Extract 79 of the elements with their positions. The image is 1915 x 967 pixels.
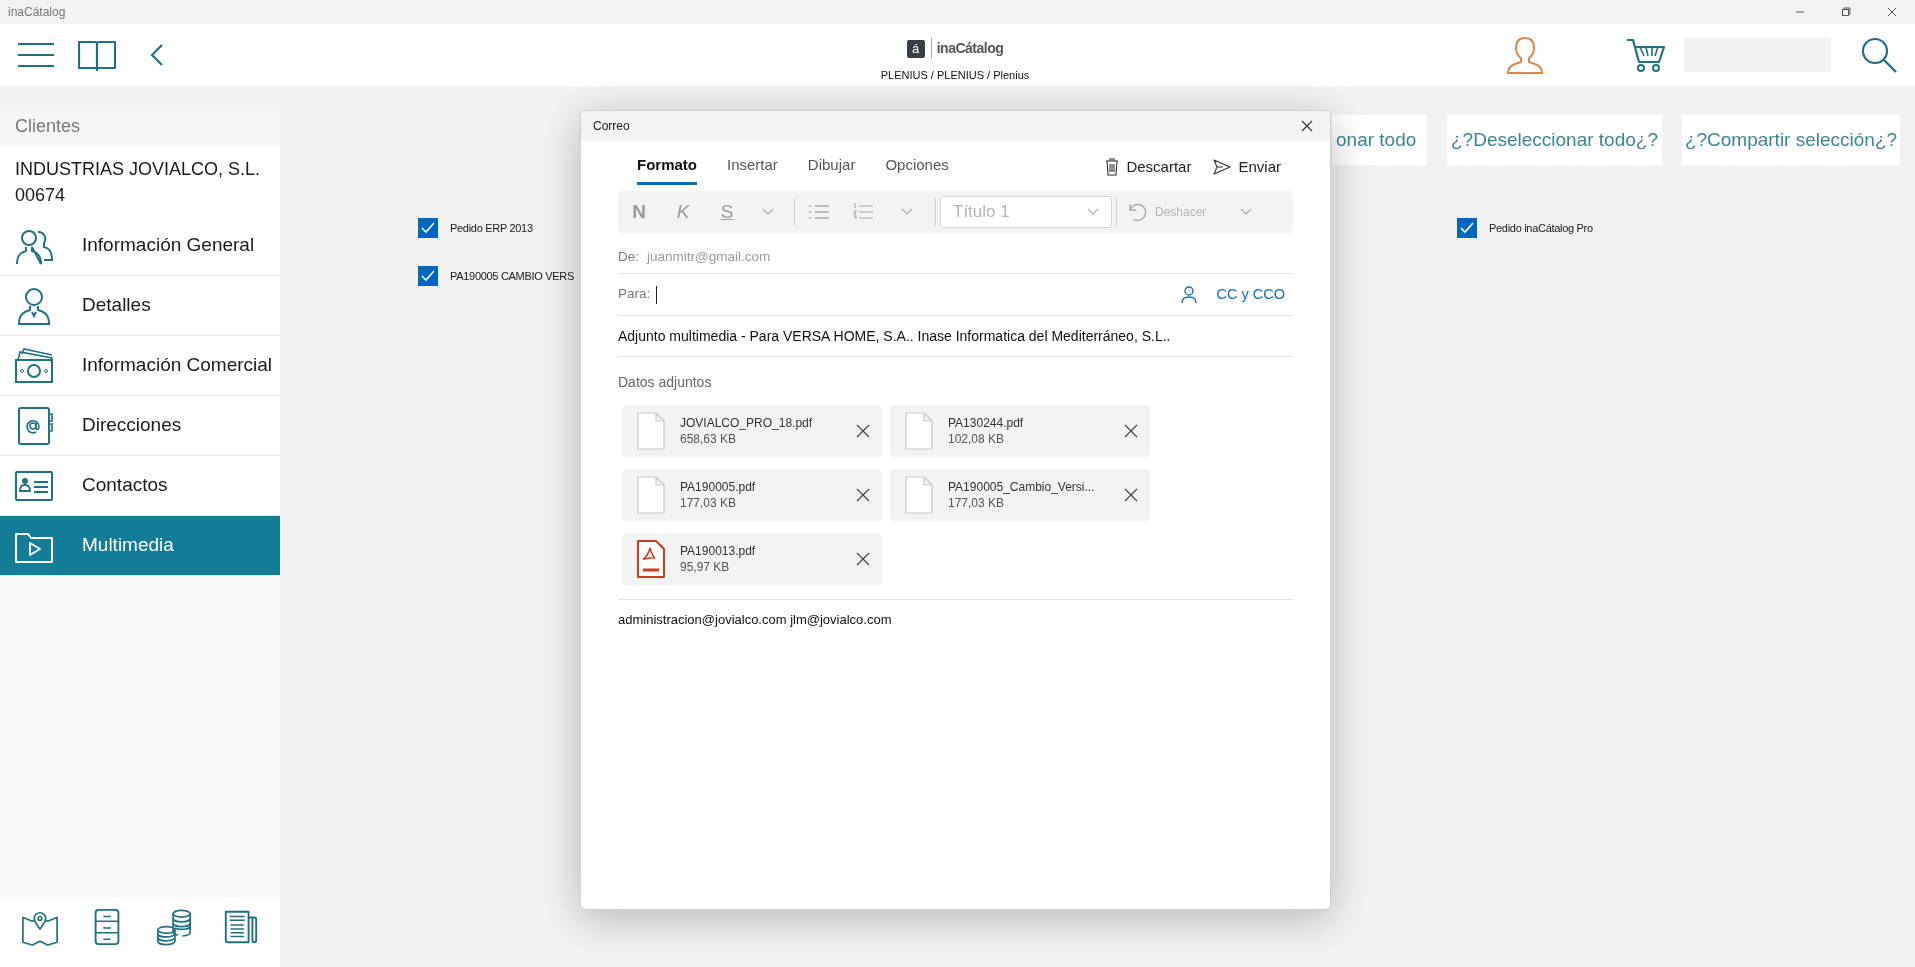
ribbon-tab[interactable]: Insertar <box>727 149 778 185</box>
close-icon[interactable] <box>1886 6 1898 18</box>
attachment-card[interactable]: PA130244.pdf 102,08 KB <box>890 405 1150 457</box>
checkbox[interactable] <box>418 218 438 238</box>
attachment-card[interactable]: PA190005_Cambio_Versi... 177,03 KB <box>890 469 1150 521</box>
cart-icon[interactable] <box>1626 37 1666 73</box>
sidebar-item[interactable]: Multimedia <box>0 516 280 576</box>
attachment-card[interactable]: PA190005.pdf 177,03 KB <box>622 469 882 521</box>
money-icon <box>14 345 54 386</box>
sidebar-item[interactable]: Direcciones <box>0 396 280 456</box>
logo-text: inaCátalog <box>930 38 1004 59</box>
sidebar-item[interactable]: Detalles <box>0 276 280 336</box>
attachment-size: 177,03 KB <box>680 495 738 511</box>
from-address: juanmitr@gmail.com <box>647 247 771 266</box>
file-icon <box>636 475 666 515</box>
dialog-title: Correo <box>593 118 630 135</box>
trash-icon <box>1105 158 1120 176</box>
client-name: INDUSTRIAS JOVIALCO, S.L. <box>15 158 262 181</box>
checkbox[interactable] <box>1457 218 1477 238</box>
remove-icon[interactable] <box>856 424 870 438</box>
check-icon <box>421 270 435 282</box>
action-button[interactable]: ¿?Deseleccionar todo¿? <box>1447 115 1662 165</box>
attachment-size: 177,03 KB <box>948 495 1006 511</box>
document-label: Pedido inaCátalog Pro <box>1489 220 1593 236</box>
remove-icon[interactable] <box>856 488 870 502</box>
check-icon <box>421 222 435 234</box>
attachment-size: 658,63 KB <box>680 431 738 447</box>
message-body[interactable]: administracion@jovialco.com jlm@jovialco.com <box>618 610 1293 630</box>
attachment-size: 95,97 KB <box>680 559 731 575</box>
document-label: Pedido ERP 2013 <box>450 220 533 236</box>
from-label: De: <box>618 247 639 266</box>
pdf-file-icon <box>636 539 666 579</box>
logo-mark: á <box>906 39 925 58</box>
back-icon[interactable] <box>150 43 164 67</box>
caret-icon <box>1087 208 1099 216</box>
window-title: inaCátalog <box>8 4 66 21</box>
attachment-name: PA190005.pdf <box>680 479 757 495</box>
subject-field[interactable]: Adjunto multimedia - Para VERSA HOME, S.A.. Inase Informatica del Mediterráneo, S.L.. <box>618 316 1293 357</box>
menu-icon[interactable] <box>18 42 54 68</box>
undo-icon <box>1127 203 1147 221</box>
coins-icon[interactable] <box>154 907 193 947</box>
attachment-size: 102,08 KB <box>948 431 1006 447</box>
remove-icon[interactable] <box>1124 488 1138 502</box>
checkbox[interactable] <box>418 266 438 286</box>
book-icon[interactable] <box>78 39 116 71</box>
check-icon <box>1460 222 1474 234</box>
person-icon[interactable] <box>1180 285 1197 304</box>
attachment-name: JOVIALCO_PRO_18.pdf <box>680 415 814 431</box>
search-icon[interactable] <box>1861 37 1897 73</box>
action-button[interactable]: onar todo <box>1332 115 1427 165</box>
attachments-label: Datos adjuntos <box>618 373 713 392</box>
send-icon <box>1213 159 1232 175</box>
restore-icon[interactable] <box>1840 6 1852 18</box>
to-label: Para: <box>618 285 651 304</box>
client-code: 00674 <box>15 184 67 207</box>
ribbon-tab[interactable]: Opciones <box>885 149 949 185</box>
sidebar-item[interactable]: Información Comercial <box>0 336 280 396</box>
attachment-card[interactable]: PA190013.pdf 95,97 KB <box>622 533 882 585</box>
cc-bcc-link[interactable]: CC y CCO <box>1216 283 1285 306</box>
remove-icon[interactable] <box>856 552 870 566</box>
user-icon[interactable] <box>1506 35 1544 75</box>
attachment-name: PA190013.pdf <box>680 543 757 559</box>
remove-icon[interactable] <box>1124 424 1138 438</box>
close-icon[interactable] <box>1301 120 1313 132</box>
document-label: PA190005 CAMBIO VERS <box>450 268 575 284</box>
sidebar-item[interactable]: Contactos <box>0 456 280 516</box>
send-button[interactable]: Enviar <box>1213 155 1281 179</box>
breadcrumb: PLENIUS / PLENIUS / Plenius <box>880 68 1030 83</box>
discard-button[interactable]: Descartar <box>1105 155 1192 179</box>
attachment-card[interactable]: JOVIALCO_PRO_18.pdf 658,63 KB <box>622 405 882 457</box>
file-icon <box>636 411 666 451</box>
action-button[interactable]: ¿?Compartir selección¿? <box>1682 115 1900 165</box>
ribbon-tab[interactable]: Formato <box>637 149 697 185</box>
sidebar-item[interactable]: Información General <box>0 216 280 276</box>
attachment-name: PA190005_Cambio_Versi... <box>948 479 1096 495</box>
file-icon <box>904 411 934 451</box>
ribbon-tab[interactable]: Dibujar <box>807 149 856 185</box>
attachment-name: PA130244.pdf <box>948 415 1025 431</box>
file-icon <box>904 475 934 515</box>
